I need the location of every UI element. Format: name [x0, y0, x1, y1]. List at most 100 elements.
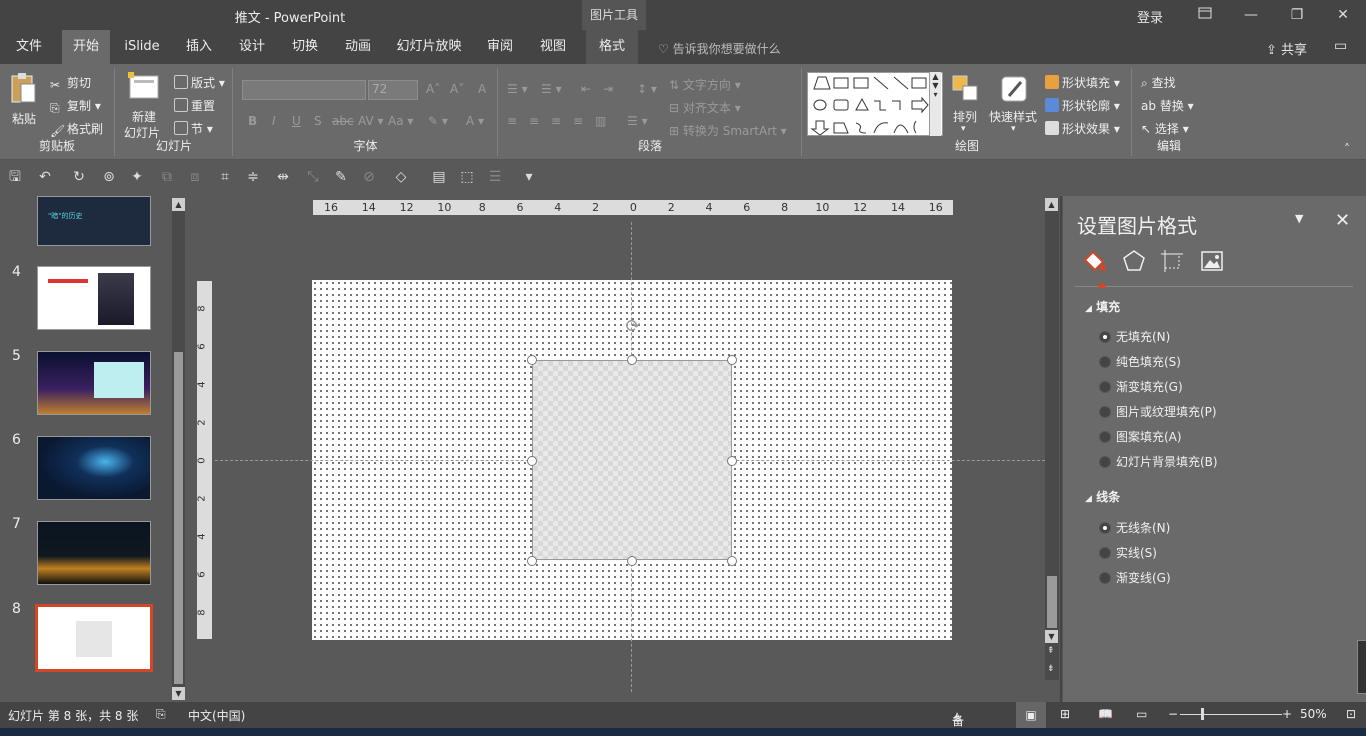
slide-thumbnail-8[interactable]	[35, 604, 153, 672]
share-button[interactable]: ⇪ 共享	[1266, 39, 1307, 58]
login-link[interactable]: 登录	[1137, 7, 1163, 26]
radio-button-icon[interactable]	[1099, 456, 1111, 468]
collapse-ribbon-icon[interactable]: ˄	[1344, 142, 1350, 156]
slide-thumbnail-6[interactable]	[37, 436, 151, 500]
undo-icon[interactable]: ↶	[36, 168, 54, 186]
shrink-font-button[interactable]: A˅	[450, 82, 464, 96]
line-section-header[interactable]: ◢ 线条	[1085, 488, 1120, 505]
restore-icon[interactable]: ❐	[1274, 0, 1320, 30]
close-window-icon[interactable]: ✕	[1320, 0, 1366, 30]
decrease-indent-button[interactable]: ⇤	[581, 82, 591, 96]
fill-option-4[interactable]: 图片或纹理填充(P)	[1099, 403, 1217, 420]
paste-button[interactable]: 粘贴	[8, 72, 42, 132]
minimize-icon[interactable]: —	[1228, 0, 1274, 30]
clear-format-button[interactable]: A	[478, 82, 486, 96]
tell-me-search[interactable]: ♡ 告诉我你想要做什么	[658, 40, 781, 57]
change-case-button[interactable]: Aa ▾	[388, 114, 413, 128]
resize-handle-bottom-right[interactable]	[727, 556, 737, 566]
slideshow-view-icon[interactable]: ▭	[1136, 707, 1147, 721]
pane-resize-grip[interactable]	[1357, 640, 1366, 694]
reading-view-icon[interactable]: 📖	[1098, 707, 1113, 721]
reset-button[interactable]: 重置	[174, 97, 215, 114]
fill-line-tab-icon[interactable]	[1081, 248, 1107, 274]
distribute-icon[interactable]: ⇹	[274, 168, 292, 186]
tab-home[interactable]: 开始	[62, 30, 110, 64]
align-left-button[interactable]: ≡	[507, 114, 517, 128]
tab-islide[interactable]: iSlide	[118, 30, 166, 64]
resize-handle-top-right[interactable]	[727, 355, 737, 365]
zoom-slider-thumb[interactable]	[1201, 708, 1204, 720]
selected-picture[interactable]	[532, 360, 732, 560]
resize-handle-top[interactable]	[627, 355, 637, 365]
animation-painter-icon[interactable]: ✦	[128, 168, 146, 186]
picture-tab-icon[interactable]	[1199, 248, 1225, 274]
numbering-button[interactable]: ☰ ▾	[541, 82, 562, 96]
tab-format[interactable]: 格式	[586, 30, 638, 64]
underline-button[interactable]: U	[292, 114, 301, 128]
editor-scroll-up-icon[interactable]: ▲	[1045, 198, 1058, 211]
align-text-button[interactable]: ⊟ 对齐文本 ▾	[669, 99, 741, 116]
zoom-out-icon[interactable]: −	[1168, 707, 1178, 721]
shapes-gallery[interactable]	[807, 72, 943, 136]
tab-review[interactable]: 审阅	[477, 30, 523, 64]
increase-indent-button[interactable]: ⇥	[603, 82, 613, 96]
line-spacing-qat-icon[interactable]: ☰	[486, 168, 504, 186]
section-button[interactable]: 节 ▾	[174, 120, 213, 137]
align-center-button[interactable]: ≡	[529, 114, 539, 128]
radio-button-icon[interactable]	[1099, 406, 1111, 418]
slideshow-from-start-icon[interactable]: ⊚	[100, 168, 118, 186]
radio-button-icon[interactable]	[1099, 381, 1111, 393]
thumbnails-scroll-thumb[interactable]	[174, 352, 183, 684]
radio-button-icon[interactable]	[1099, 522, 1111, 534]
copy-button[interactable]: ⎘ 复制 ▾	[50, 97, 101, 115]
shape-effects-button[interactable]: 形状效果 ▾	[1045, 120, 1120, 137]
bullets-button[interactable]: ☰ ▾	[507, 82, 528, 96]
slide-sorter-view-icon[interactable]: ⊞	[1060, 707, 1070, 721]
editor-scrollbar[interactable]: ▲ ▼ ⇞ ⇟	[1045, 198, 1059, 680]
spell-check-icon[interactable]: ⎘	[156, 707, 166, 722]
text-box-icon[interactable]: ▤	[430, 168, 448, 186]
line-option-2[interactable]: 实线(S)	[1099, 544, 1157, 561]
customize-qat-icon[interactable]: ▾	[520, 168, 538, 186]
resize-handle-top-left[interactable]	[527, 355, 537, 365]
fill-option-2[interactable]: 纯色填充(S)	[1099, 353, 1181, 370]
grow-font-button[interactable]: A˄	[426, 82, 440, 96]
line-spacing-button[interactable]: ↕ ▾	[637, 82, 657, 96]
ribbon-display-options-icon[interactable]	[1182, 0, 1228, 30]
format-brush-icon[interactable]: ✎	[332, 168, 350, 186]
radio-button-icon[interactable]	[1099, 331, 1111, 343]
tab-transitions[interactable]: 切换	[282, 30, 328, 64]
italic-button[interactable]: I	[272, 114, 276, 128]
align-center-vertical-icon[interactable]: ≑	[244, 168, 262, 186]
size-properties-tab-icon[interactable]	[1159, 248, 1185, 274]
shadow-button[interactable]: S	[314, 114, 322, 128]
distribute-button[interactable]: ▥	[595, 114, 606, 128]
zoom-slider[interactable]	[1180, 714, 1282, 715]
fill-option-3[interactable]: 渐变填充(G)	[1099, 378, 1183, 395]
group-icon[interactable]: ⧉	[158, 168, 176, 186]
shapes-scroll[interactable]: ▲ ▼ ▾	[929, 72, 941, 136]
font-color-button[interactable]: A ▾	[466, 114, 484, 128]
crop-to-shape-icon[interactable]: ⬚	[458, 168, 476, 186]
resize-handle-bottom[interactable]	[627, 556, 637, 566]
editor-scroll-thumb[interactable]	[1047, 576, 1057, 628]
resize-icon[interactable]: ⤡	[304, 168, 322, 186]
font-size-input[interactable]: 72	[368, 80, 418, 100]
ungroup-icon[interactable]: ⧈	[186, 168, 204, 186]
resize-handle-left[interactable]	[527, 456, 537, 466]
slide-thumbnail-7[interactable]	[37, 521, 151, 585]
radio-button-icon[interactable]	[1099, 547, 1111, 559]
fill-option-5[interactable]: 图案填充(A)	[1099, 428, 1182, 445]
line-option-1[interactable]: 无线条(N)	[1099, 519, 1170, 536]
fill-section-header[interactable]: ◢ 填充	[1085, 298, 1120, 315]
tab-animations[interactable]: 动画	[335, 30, 381, 64]
pane-options-icon[interactable]: ▼	[1295, 212, 1303, 225]
fill-option-6[interactable]: 幻灯片背景填充(B)	[1099, 453, 1218, 470]
highlight-button[interactable]: ✎ ▾	[428, 114, 448, 128]
replace-button[interactable]: ab 替换 ▾	[1141, 97, 1194, 114]
radio-button-icon[interactable]	[1099, 572, 1111, 584]
shape-fill-button[interactable]: 形状填充 ▾	[1045, 74, 1120, 91]
find-button[interactable]: ⌕ 查找	[1141, 74, 1176, 91]
shape-outline-button[interactable]: 形状轮廓 ▾	[1045, 97, 1120, 114]
line-option-3[interactable]: 渐变线(G)	[1099, 569, 1171, 586]
